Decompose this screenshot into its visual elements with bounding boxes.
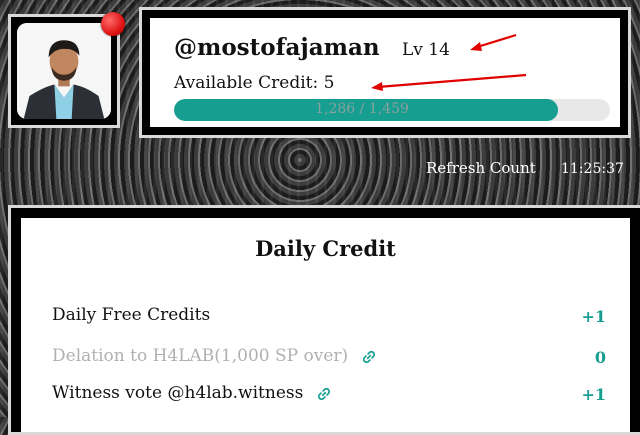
username[interactable]: @mostofajaman <box>174 34 380 61</box>
credit-row-daily-free: Daily Free Credits +1 <box>52 305 606 331</box>
credit-row-witness-vote: Witness vote @h4lab.witness +1 <box>52 383 606 409</box>
daily-credit-frame: Daily Credit Daily Free Credits +1 Delat… <box>8 205 640 435</box>
credit-row-label: Delation to H4LAB(1,000 SP over) <box>52 346 349 366</box>
experience-progress-bar: 1,286 / 1,459 <box>174 99 610 121</box>
notification-dot-icon[interactable] <box>101 12 125 36</box>
refresh-time: 11:25:37 <box>561 161 624 177</box>
avatar[interactable] <box>17 23 111 119</box>
credit-row-value: +1 <box>581 385 606 404</box>
avatar-photo <box>17 23 111 119</box>
credit-row-value: 0 <box>594 348 606 367</box>
credit-row-label: Daily Free Credits <box>52 305 211 325</box>
daily-credit-title: Daily Credit <box>255 236 396 261</box>
refresh-count-button[interactable]: Refresh Count <box>426 159 536 177</box>
credit-row-delegation: Delation to H4LAB(1,000 SP over) 0 <box>52 346 606 372</box>
profile-card: @mostofajaman Lv 14 Available Credit: 5 … <box>150 18 620 127</box>
level-label: Lv 14 <box>402 40 450 60</box>
profile-card-frame: @mostofajaman Lv 14 Available Credit: 5 … <box>139 7 631 138</box>
credit-row-label: Witness vote @h4lab.witness <box>52 383 304 403</box>
link-icon[interactable] <box>362 350 376 364</box>
progress-text: 1,286 / 1,459 <box>315 101 409 117</box>
annotation-arrow-icon <box>470 33 517 51</box>
annotation-arrow-icon <box>371 73 527 91</box>
available-credit: Available Credit: 5 <box>174 73 335 93</box>
credit-row-value: +1 <box>581 307 606 326</box>
link-icon[interactable] <box>317 387 331 401</box>
daily-credit-panel: Daily Credit Daily Free Credits +1 Delat… <box>21 218 630 432</box>
